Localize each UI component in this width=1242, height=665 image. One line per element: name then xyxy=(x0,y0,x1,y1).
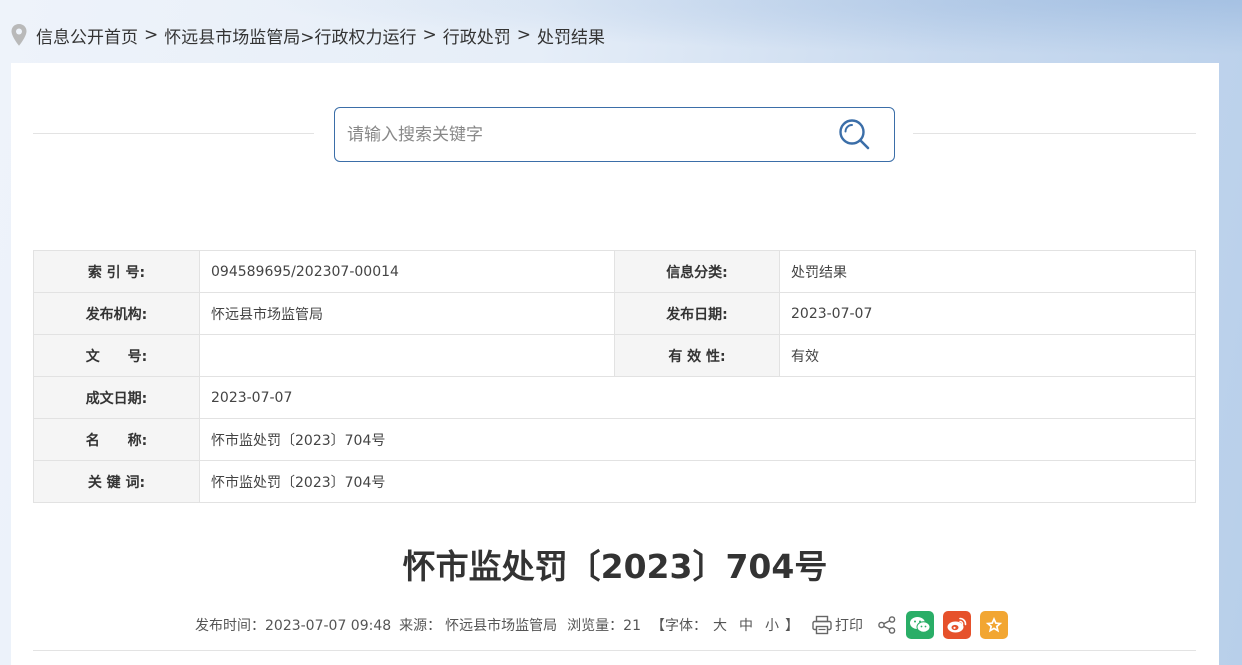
print-label: 打印 xyxy=(835,618,863,634)
document-metadata-table: 索 引 号: 094589695/202307-00014 信息分类: 处罚结果… xyxy=(33,250,1196,503)
table-row: 成文日期: 2023-07-07 xyxy=(33,376,1196,419)
font-size-close: 】 xyxy=(785,618,799,634)
document-number-value xyxy=(199,334,615,377)
name-value: 怀市监处罚〔2023〕704号 xyxy=(199,418,1196,461)
font-size-small-button[interactable]: 小 xyxy=(765,615,779,635)
add-favorite-button[interactable] xyxy=(980,611,1008,639)
table-row: 名 称: 怀市监处罚〔2023〕704号 xyxy=(33,418,1196,461)
search-box xyxy=(334,107,895,162)
share-wechat-button[interactable] xyxy=(906,611,934,639)
table-row: 发布机构: 怀远县市场监管局 发布日期: 2023-07-07 xyxy=(33,292,1196,335)
printer-icon xyxy=(812,615,832,635)
bottom-divider xyxy=(33,650,1196,651)
breadcrumb-penalty-link[interactable]: 行政处罚 xyxy=(443,23,511,48)
validity-value: 有效 xyxy=(779,334,1196,377)
breadcrumb-agency-link[interactable]: 怀远县市场监管局>行政权力运行 xyxy=(164,23,416,48)
breadcrumb: 信息公开首页 > 怀远县市场监管局>行政权力运行 > 行政处罚 > 处罚结果 xyxy=(10,22,605,48)
breadcrumb-separator: > xyxy=(516,25,531,45)
search-icon[interactable] xyxy=(836,117,874,153)
index-label: 索 引 号: xyxy=(33,250,200,293)
validity-label: 有 效 性: xyxy=(614,334,780,377)
category-value: 处罚结果 xyxy=(779,250,1196,293)
publish-date-label: 发布日期: xyxy=(614,292,780,335)
content-panel: 索 引 号: 094589695/202307-00014 信息分类: 处罚结果… xyxy=(11,63,1219,665)
breadcrumb-result-link[interactable]: 处罚结果 xyxy=(537,23,605,48)
category-label: 信息分类: xyxy=(614,250,780,293)
breadcrumb-separator: > xyxy=(144,25,159,45)
font-size-open: 【字体： xyxy=(651,618,707,634)
font-size-medium-button[interactable]: 中 xyxy=(739,615,753,635)
weibo-icon xyxy=(947,617,967,633)
source-value: 怀远县市场监管局 xyxy=(445,618,558,634)
publisher-value: 怀远县市场监管局 xyxy=(199,292,615,335)
keywords-value: 怀市监处罚〔2023〕704号 xyxy=(199,460,1196,503)
breadcrumb-separator: > xyxy=(422,25,437,45)
search-divider-right xyxy=(913,133,1196,134)
keywords-label: 关 键 词: xyxy=(33,460,200,503)
view-count: 浏览量：21 xyxy=(567,618,641,634)
name-label: 名 称: xyxy=(33,418,200,461)
search-divider-left xyxy=(33,133,314,134)
share-weibo-button[interactable] xyxy=(943,611,971,639)
share-icon[interactable] xyxy=(877,615,897,635)
created-date-label: 成文日期: xyxy=(33,376,200,419)
breadcrumb-home-link[interactable]: 信息公开首页 xyxy=(36,23,138,48)
index-value: 094589695/202307-00014 xyxy=(199,250,615,293)
table-row: 文 号: 有 效 性: 有效 xyxy=(33,334,1196,377)
wechat-icon xyxy=(910,617,931,633)
publisher-label: 发布机构: xyxy=(33,292,200,335)
document-info-bar: 发布时间：2023-07-07 09:48 来源： 怀远县市场监管局 浏览量：2… xyxy=(195,610,1008,640)
created-date-value: 2023-07-07 xyxy=(199,376,1196,419)
document-number-label: 文 号: xyxy=(33,334,200,377)
document-title: 怀市监处罚〔2023〕704号 xyxy=(402,547,828,586)
publish-date-value: 2023-07-07 xyxy=(779,292,1196,335)
source-label: 来源： xyxy=(399,618,442,634)
print-button[interactable]: 打印 xyxy=(811,614,867,636)
star-icon xyxy=(985,617,1003,633)
search-input[interactable] xyxy=(347,108,827,161)
location-pin-icon xyxy=(11,24,27,46)
font-size-large-button[interactable]: 大 xyxy=(713,615,727,635)
table-row: 关 键 词: 怀市监处罚〔2023〕704号 xyxy=(33,460,1196,503)
publish-time: 发布时间：2023-07-07 09:48 xyxy=(195,618,392,634)
table-row: 索 引 号: 094589695/202307-00014 信息分类: 处罚结果 xyxy=(33,250,1196,293)
